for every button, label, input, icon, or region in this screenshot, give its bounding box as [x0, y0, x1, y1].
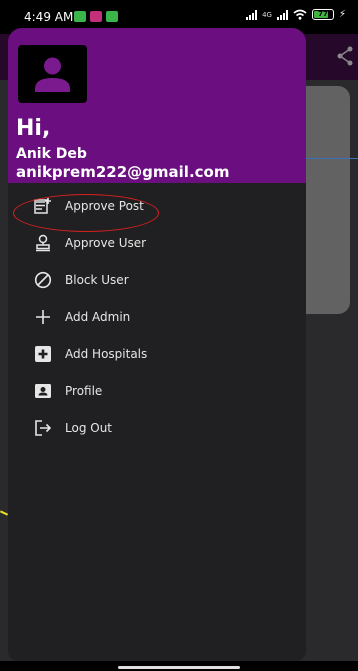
notification-icon-1: [74, 11, 86, 22]
approve-user-icon: [36, 234, 50, 252]
share-icon[interactable]: [336, 46, 354, 66]
user-email: anikprem222@gmail.com: [16, 163, 230, 181]
notification-icon-2: [90, 11, 102, 22]
block-icon: [34, 271, 52, 289]
medical-plus-icon: [35, 346, 51, 362]
signal-icon-1: [246, 9, 258, 20]
menu-item-log-out[interactable]: Log Out: [8, 410, 306, 446]
home-gesture-handle[interactable]: [118, 666, 240, 669]
menu-item-approve-user[interactable]: Approve User: [8, 225, 306, 261]
profile-card-icon: [35, 384, 51, 398]
menu-item-label: Approve Post: [65, 199, 144, 213]
menu-item-block-user[interactable]: Block User: [8, 262, 306, 298]
wifi-icon: [293, 9, 307, 20]
menu-item-label: Log Out: [65, 421, 113, 435]
signal-icon-2: [276, 9, 288, 20]
menu-item-add-hospitals[interactable]: Add Hospitals: [8, 336, 306, 372]
menu-item-profile[interactable]: Profile: [8, 373, 306, 409]
notification-icon-3: [106, 11, 118, 22]
navigation-drawer: Hi, Anik Deb anikprem222@gmail.com Appro…: [8, 28, 306, 661]
status-time: 4:49 AM: [24, 10, 74, 24]
menu-item-label: Approve User: [65, 236, 147, 250]
greeting: Hi,: [16, 116, 51, 141]
drawer-header: Hi, Anik Deb anikprem222@gmail.com: [8, 28, 306, 183]
avatar[interactable]: [18, 45, 87, 103]
menu-item-label: Add Admin: [65, 310, 131, 324]
menu-item-add-admin[interactable]: Add Admin: [8, 299, 306, 335]
battery-percent: 77: [318, 10, 328, 18]
user-name: Anik Deb: [16, 146, 87, 162]
plus-icon: [36, 310, 50, 324]
charging-icon: ⚡: [338, 9, 346, 20]
menu-item-approve-post[interactable]: Approve Post: [8, 188, 306, 224]
logout-icon: [35, 420, 52, 436]
status-right: 4G 77 ⚡: [246, 9, 346, 20]
menu-item-label: Add Hospitals: [65, 347, 148, 361]
network-type-label: 4G: [262, 10, 272, 19]
menu-item-label: Profile: [65, 384, 103, 398]
battery-icon: 77: [311, 9, 334, 20]
approve-post-icon: [34, 198, 51, 214]
person-icon: [35, 57, 70, 92]
menu-item-label: Block User: [65, 273, 129, 287]
